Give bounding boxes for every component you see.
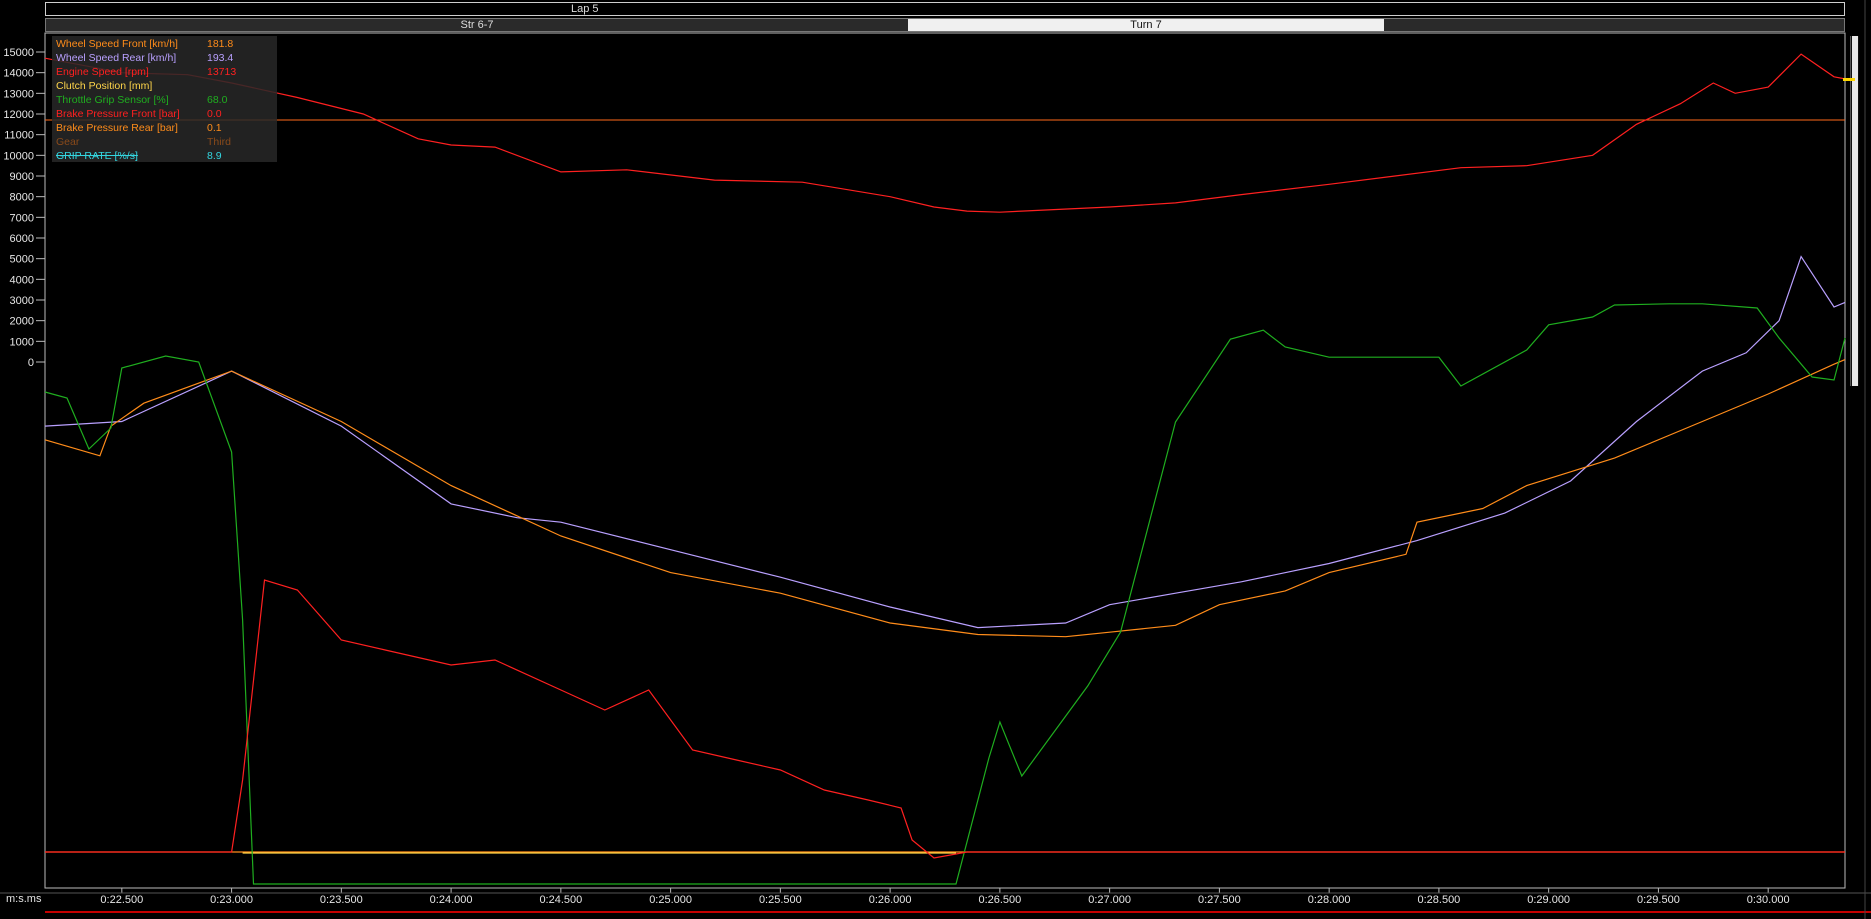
x-tick-label: 0:24.000 (430, 894, 473, 906)
y-tick-label: 15000 (3, 47, 34, 59)
legend-channel-value: 181.8 (207, 38, 234, 50)
scrollbar-thumb[interactable] (1852, 36, 1858, 386)
legend-channel-name: Wheel Speed Rear [km/h] (56, 52, 177, 64)
x-tick-label: 0:23.000 (210, 894, 253, 906)
series-line-2 (44, 359, 1846, 638)
series-line-1 (44, 255, 1846, 629)
y-tick-label: 2000 (10, 316, 34, 328)
legend-channel-value: Third (207, 136, 231, 148)
y-tick-label: 0 (28, 357, 34, 369)
x-tick-label: 0:24.500 (539, 894, 582, 906)
x-tick-label: 0:25.500 (759, 894, 802, 906)
x-tick-label: 0:26.500 (978, 894, 1021, 906)
y-tick-label: 1000 (10, 336, 34, 348)
legend-channel-value: 13713 (207, 66, 237, 78)
x-tick-label: 0:25.000 (649, 894, 692, 906)
legend-channel-name: Clutch Position [mm] (56, 80, 153, 92)
x-tick-label: 0:22.500 (100, 894, 143, 906)
telemetry-chart[interactable]: 1500014000130001200011000100009000800070… (0, 0, 1871, 919)
x-tick-label: 0:23.500 (320, 894, 363, 906)
brake-front-line (45, 579, 1845, 859)
legend-channel-value: 8.9 (207, 150, 222, 162)
y-tick-label: 4000 (10, 274, 34, 286)
legend-channel-name: Throttle Grip Sensor [%] (56, 94, 169, 106)
x-axis-unit-label: m:s.ms (6, 893, 42, 905)
legend-channel-name: GRIP RATE [%/s] (56, 150, 138, 162)
y-tick-label: 13000 (3, 88, 34, 100)
series-line-0 (44, 53, 1846, 213)
legend-channel-name: Brake Pressure Front [bar] (56, 108, 180, 120)
x-tick-label: 0:26.000 (869, 894, 912, 906)
y-tick-label: 5000 (10, 254, 34, 266)
y-tick-label: 10000 (3, 150, 34, 162)
legend-channel-value: 0.0 (207, 108, 222, 120)
x-tick-label: 0:28.000 (1308, 894, 1351, 906)
legend-channel-name: Gear (56, 136, 80, 148)
y-tick-label: 11000 (4, 130, 34, 142)
y-tick-label: 9000 (10, 171, 34, 183)
y-tick-label: 7000 (10, 212, 34, 224)
x-tick-label: 0:27.000 (1088, 894, 1131, 906)
x-tick-label: 0:29.000 (1527, 894, 1570, 906)
x-tick-label: 0:27.500 (1198, 894, 1241, 906)
x-tick-label: 0:28.500 (1417, 894, 1460, 906)
series-line-3 (44, 303, 1846, 885)
channel-legend[interactable]: Wheel Speed Front [km/h] 181.8 Wheel Speed… (52, 36, 277, 162)
y-tick-label: 14000 (3, 68, 34, 80)
y-tick-label: 3000 (10, 295, 34, 307)
cursor-marker[interactable] (1843, 78, 1855, 81)
legend-channel-value: 0.1 (207, 122, 222, 134)
y-tick-label: 12000 (3, 109, 34, 121)
y-tick-label: 6000 (10, 233, 34, 245)
y-tick-label: 8000 (10, 192, 34, 204)
legend-channel-name: Wheel Speed Front [km/h] (56, 38, 178, 50)
legend-channel-name: Brake Pressure Rear [bar] (56, 122, 178, 134)
legend-channel-value: 68.0 (207, 94, 228, 106)
legend-channel-name: Engine Speed [rpm] (56, 66, 149, 78)
legend-channel-value: 193.4 (207, 52, 234, 64)
vertical-scrollbar[interactable] (1850, 36, 1859, 386)
x-tick-label: 0:29.500 (1637, 894, 1680, 906)
x-tick-label: 0:30.000 (1747, 894, 1790, 906)
